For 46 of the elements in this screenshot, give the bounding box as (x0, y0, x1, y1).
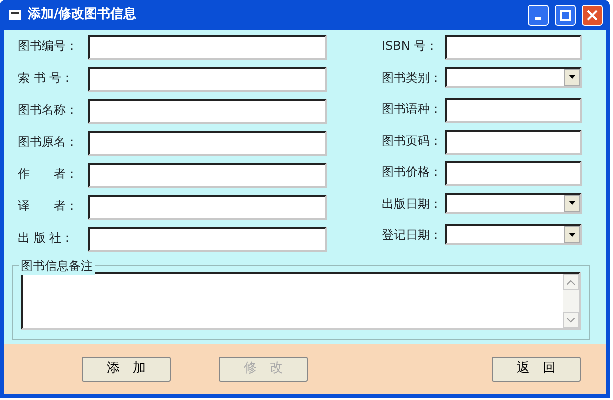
dropdown-field[interactable] (445, 192, 582, 214)
caret-icon[interactable] (568, 75, 576, 79)
input-field[interactable] (445, 35, 582, 60)
input-field[interactable] (88, 163, 327, 188)
window-title: 添加/修改图书信息 (28, 6, 138, 24)
field-label: 图书页码： (382, 132, 443, 150)
input-field[interactable] (88, 35, 327, 60)
field-label: 出版日期： (382, 196, 443, 212)
input-field[interactable] (88, 227, 327, 252)
close-button[interactable] (582, 4, 603, 26)
input-field[interactable] (445, 98, 582, 123)
dropdown-button[interactable] (564, 226, 580, 243)
dropdown-field[interactable] (445, 224, 582, 245)
field-label: 登记日期： (382, 227, 443, 244)
form-button[interactable]: 添 加 (82, 356, 171, 382)
field-label: 图书编号： (18, 38, 79, 55)
dropdown-field[interactable] (445, 66, 582, 88)
input-field[interactable] (445, 130, 582, 154)
field-label: ISBN 号： (382, 38, 440, 55)
field-label: 图书原名： (18, 134, 79, 151)
field-label: 图书价格： (382, 164, 443, 181)
window-icon (8, 9, 22, 21)
field-label: 作 者： (18, 166, 79, 183)
group-title: 图书信息备注 (19, 257, 95, 275)
minimize-button[interactable] (528, 4, 549, 26)
caret-icon[interactable] (568, 232, 576, 236)
field-label: 索 书 号： (18, 70, 75, 87)
form-button[interactable]: 返 回 (492, 356, 581, 382)
close-icon[interactable] (587, 10, 598, 20)
field-label: 图书类别： (382, 70, 443, 86)
input-field[interactable] (88, 195, 327, 220)
field-label: 译 者： (18, 198, 79, 215)
maximize-icon[interactable] (560, 10, 571, 20)
input-field[interactable] (88, 99, 327, 124)
dropdown-button[interactable] (564, 194, 580, 212)
input-field[interactable] (88, 131, 327, 156)
notes-field[interactable] (21, 272, 581, 330)
maximize-button[interactable] (555, 4, 576, 26)
field-label: 出 版 社： (18, 230, 75, 247)
field-label: 图书语种： (382, 101, 443, 118)
scrollbar[interactable] (563, 274, 579, 328)
caret-icon[interactable] (568, 201, 576, 205)
field-label: 图书名称： (18, 102, 79, 119)
input-field[interactable] (88, 67, 327, 92)
dropdown-button[interactable] (564, 68, 580, 86)
input-field[interactable] (445, 161, 582, 186)
